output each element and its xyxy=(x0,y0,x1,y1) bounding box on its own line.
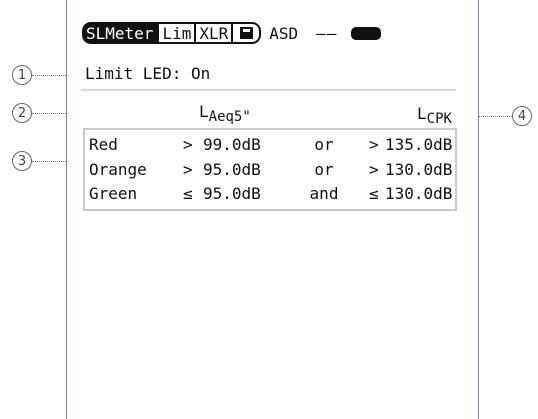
tab-limits[interactable]: Lim xyxy=(157,22,197,44)
callout-2-leader xyxy=(32,113,70,114)
header-lcpk: LCPK xyxy=(417,104,452,127)
battery-icon xyxy=(351,26,382,40)
row-value-lcpk: 130.0dB xyxy=(385,184,453,203)
callout-3: 3 xyxy=(12,151,32,171)
row-op-laeq: > xyxy=(183,135,193,154)
header-lcpk-sub: CPK xyxy=(426,111,452,127)
callout-1-leader xyxy=(32,75,70,76)
row-value-laeq: 99.0dB xyxy=(203,135,261,154)
row-conjunction: and xyxy=(309,184,339,203)
row-op-lcpk: > xyxy=(369,160,379,179)
table-row-red[interactable]: Red > 99.0dB or > 135.0dB xyxy=(85,135,455,155)
status-bar: SLMeter Lim XLR ASD —— xyxy=(82,21,382,45)
device-screen: SLMeter Lim XLR ASD —— Limit LED: On LAe… xyxy=(66,0,479,419)
limit-led-status: Limit LED: On xyxy=(85,64,211,83)
mode-tab-slmeter[interactable]: SLMeter xyxy=(82,22,158,44)
header-lcpk-main: L xyxy=(417,104,427,123)
table-row-orange[interactable]: Orange > 95.0dB or > 130.0dB xyxy=(85,160,455,180)
row-value-lcpk: 135.0dB xyxy=(385,135,453,154)
divider xyxy=(81,89,456,91)
row-op-laeq: ≤ xyxy=(183,184,193,203)
save-button[interactable] xyxy=(233,22,262,44)
callout-1: 1 xyxy=(12,65,32,85)
row-value-laeq: 95.0dB xyxy=(203,160,261,179)
row-name: Red xyxy=(89,135,118,154)
save-icon xyxy=(239,27,253,39)
row-conjunction: or xyxy=(314,160,334,179)
row-op-laeq: > xyxy=(183,160,193,179)
header-laeq-sub: Aeq5" xyxy=(208,109,251,125)
row-name: Green xyxy=(89,184,138,203)
limits-table: Red > 99.0dB or > 135.0dB Orange > 95.0d… xyxy=(83,128,457,211)
header-laeq-main: L xyxy=(199,102,209,121)
callout-2: 2 xyxy=(12,103,32,123)
table-row-green[interactable]: Green ≤ 95.0dB and ≤ 130.0dB xyxy=(85,184,455,204)
row-value-lcpk: 130.0dB xyxy=(385,160,453,179)
row-value-laeq: 95.0dB xyxy=(203,184,261,203)
row-op-lcpk: ≤ xyxy=(369,184,379,203)
row-op-lcpk: > xyxy=(369,135,379,154)
callout-4: 4 xyxy=(512,106,532,126)
row-conjunction: or xyxy=(314,135,334,154)
tab-xlr[interactable]: XLR xyxy=(196,22,234,44)
row-name: Orange xyxy=(89,160,147,179)
asd-label: ASD xyxy=(269,23,299,43)
header-laeq: LAeq5" xyxy=(199,102,251,125)
status-dashes: —— xyxy=(316,23,338,43)
